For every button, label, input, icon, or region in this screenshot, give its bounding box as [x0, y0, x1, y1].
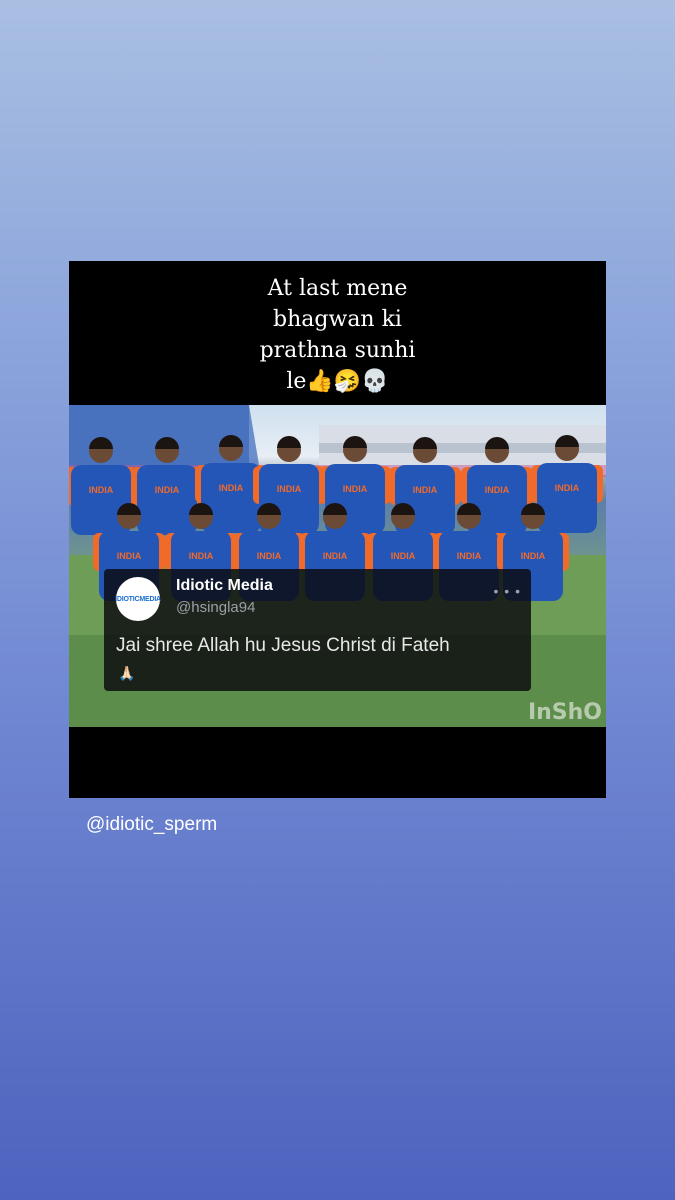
team-photo: INDIA INDIA INDIA INDIA INDIA INDIA INDIA INDIA…: [69, 405, 606, 727]
jersey-text: INDIA: [457, 551, 482, 561]
tweet-author-handle: @hsingla94: [176, 599, 256, 616]
jersey-text: INDIA: [555, 483, 580, 493]
tweet-author-name: Idiotic Media: [176, 577, 273, 594]
inshot-watermark: InShO: [527, 700, 602, 725]
story-caption: At last mene bhagwan ki prathna sunhi le…: [69, 273, 606, 397]
caption-line: At last mene: [267, 276, 408, 301]
tweet-avatar: IDIOTICMEDIA: [115, 577, 161, 621]
story-username-tag: @idiotic_sperm: [86, 814, 218, 835]
jersey-text: INDIA: [391, 551, 416, 561]
caption-line: le👍🤧💀: [286, 369, 389, 394]
jersey-text: INDIA: [277, 484, 302, 494]
jersey-text: INDIA: [521, 551, 546, 561]
story-card: At last mene bhagwan ki prathna sunhi le…: [69, 261, 606, 798]
jersey-text: INDIA: [219, 483, 244, 493]
caption-line: bhagwan ki: [273, 307, 402, 332]
jersey-text: INDIA: [117, 551, 142, 561]
jersey-text: INDIA: [323, 551, 348, 561]
caption-line: prathna sunhi: [259, 338, 416, 363]
ellipsis-icon: • • •: [493, 583, 521, 599]
jersey-text: INDIA: [89, 485, 114, 495]
jersey-text: INDIA: [155, 485, 180, 495]
jersey-text: INDIA: [343, 484, 368, 494]
jersey-text: INDIA: [485, 485, 510, 495]
jersey-text: INDIA: [189, 551, 214, 561]
jersey-text: INDIA: [257, 551, 282, 561]
tweet-screenshot: IDIOTICMEDIA Idiotic Media @hsingla94 • …: [104, 569, 531, 691]
folded-hands-emoji: 🙏🏻: [118, 665, 136, 681]
jersey-text: INDIA: [413, 485, 438, 495]
tweet-text: Jai shree Allah hu Jesus Christ di Fateh: [116, 635, 450, 656]
